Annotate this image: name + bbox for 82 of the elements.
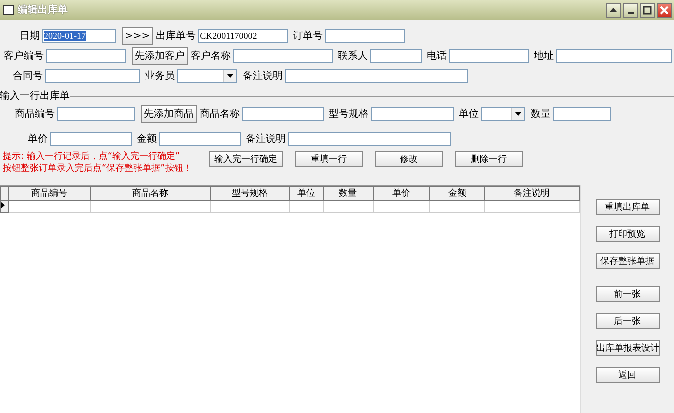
field-label: 业务员 (145, 70, 175, 83)
minimize-icon (628, 12, 634, 14)
field-label: 合同号 (13, 70, 43, 83)
dropdown-arrow-icon (514, 112, 522, 116)
dropdown-arrow-icon (226, 74, 234, 78)
add-button[interactable]: 先添加客户 (132, 47, 188, 65)
table-cell[interactable] (210, 200, 290, 212)
close-icon (660, 6, 669, 14)
input-field[interactable] (370, 49, 422, 63)
table-cell[interactable] (373, 200, 430, 212)
input-field[interactable] (556, 49, 672, 63)
column-header[interactable]: 单位 (290, 186, 324, 200)
column-header[interactable]: 商品名称 (90, 186, 211, 200)
input-field[interactable]: CK2001170002 (198, 29, 288, 43)
field-label: 出库单号 (156, 30, 196, 43)
action-button[interactable]: 重填一行 (295, 151, 363, 167)
section-title: 输入一行出库单 (0, 90, 70, 103)
field-label: 电话 (427, 50, 447, 63)
action-button[interactable]: 删除一行 (455, 151, 523, 167)
input-field[interactable] (46, 49, 126, 63)
input-field[interactable]: 2020-01-17 (42, 29, 116, 43)
side-button[interactable]: 保存整张单据 (596, 253, 660, 269)
column-header[interactable]: 金额 (430, 186, 485, 200)
hint-text: 提示: 输入一行记录后，点“输入完一行确定” (3, 151, 182, 163)
column-header[interactable]: 备注说明 (484, 186, 580, 200)
input-field[interactable] (159, 132, 241, 146)
window-title: 编辑出库单 (18, 3, 68, 17)
action-button[interactable]: 修改 (375, 151, 443, 167)
side-button[interactable]: 后一张 (596, 313, 660, 329)
input-field[interactable] (449, 49, 529, 63)
add-button[interactable]: 先添加商品 (141, 105, 197, 123)
field-label: 金额 (137, 132, 157, 146)
input-field[interactable] (233, 49, 333, 63)
field-label: 单位 (459, 108, 479, 121)
column-header[interactable]: 商品编号 (8, 186, 91, 200)
input-field[interactable] (325, 29, 406, 43)
input-field[interactable] (288, 132, 451, 146)
column-header[interactable]: 单价 (373, 186, 430, 200)
side-button[interactable]: 返回 (596, 367, 660, 383)
minimize-button[interactable] (623, 2, 638, 18)
up-arrow-icon (609, 6, 618, 14)
table-cell[interactable] (290, 200, 324, 212)
action-button[interactable]: 输入完一行确定 (209, 151, 283, 167)
maximize-icon (643, 6, 652, 14)
field-label: 商品编号 (15, 108, 55, 121)
collapse-button[interactable] (606, 2, 621, 18)
field-label: 数量 (531, 108, 551, 121)
table-cell[interactable] (8, 200, 91, 212)
field-label: 联系人 (338, 50, 368, 63)
field-label: 备注说明 (246, 132, 286, 146)
input-field[interactable] (553, 107, 611, 121)
add-button[interactable]: >>> (122, 27, 154, 45)
field-label: 客户编号 (4, 50, 44, 63)
column-header[interactable]: 数量 (323, 186, 374, 200)
table-cell[interactable] (484, 200, 580, 212)
field-label: 单价 (28, 132, 48, 146)
field-label: 日期 (20, 30, 40, 43)
field-label: 订单号 (293, 30, 324, 43)
field-label: 客户名称 (191, 50, 231, 63)
hint-text: 按钮整张订单录入完后点“保存整张单据”按钮！ (3, 163, 194, 175)
side-button[interactable]: 前一张 (596, 286, 660, 302)
close-button[interactable] (657, 2, 672, 18)
input-field[interactable] (50, 132, 132, 146)
dropdown[interactable] (481, 107, 525, 121)
field-label: 备注说明 (243, 70, 283, 83)
column-header[interactable]: 型号规格 (210, 186, 290, 200)
input-field[interactable] (285, 69, 468, 83)
side-button[interactable]: 打印预览 (596, 226, 660, 242)
field-label: 地址 (534, 50, 554, 63)
table-cell[interactable] (430, 200, 485, 212)
window-icon (3, 5, 14, 15)
field-label: 型号规格 (329, 108, 369, 121)
input-field[interactable] (371, 107, 454, 121)
table-cell[interactable] (323, 200, 374, 212)
input-field[interactable] (45, 69, 140, 83)
field-label: 商品名称 (200, 108, 240, 121)
maximize-button[interactable] (640, 2, 655, 18)
input-field[interactable] (57, 107, 135, 121)
side-button[interactable]: 重填出库单 (596, 199, 660, 215)
input-field[interactable] (242, 107, 324, 121)
table-cell[interactable] (90, 200, 211, 212)
side-button[interactable]: 出库单报表设计 (596, 340, 660, 356)
